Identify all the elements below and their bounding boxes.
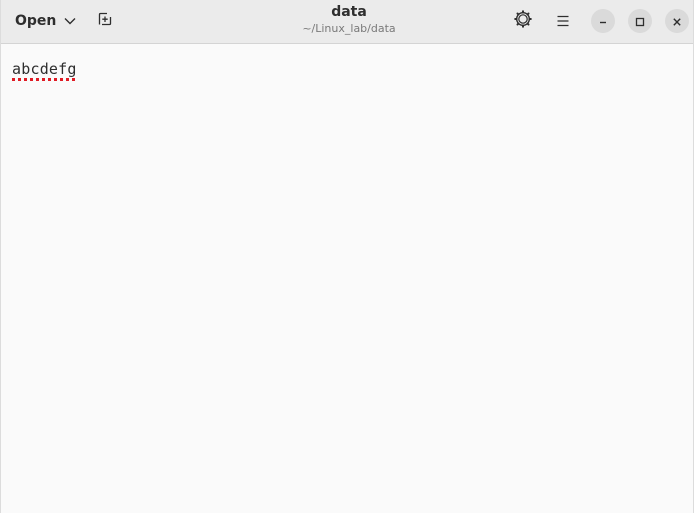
- main-menu-button[interactable]: [549, 7, 577, 35]
- minimize-button[interactable]: [591, 9, 615, 33]
- chevron-down-icon: [64, 17, 76, 25]
- text-editor-window: Open data ~/Linux_lab/data abcdefg: [0, 0, 694, 513]
- text-editor-area[interactable]: abcdefg: [1, 44, 693, 513]
- editor-text-line[interactable]: abcdefg: [12, 60, 77, 78]
- hamburger-menu-icon: [556, 12, 570, 31]
- close-button[interactable]: [665, 9, 689, 33]
- window-subtitle-path: ~/Linux_lab/data: [302, 22, 396, 35]
- window-title: data: [331, 4, 367, 20]
- maximize-icon: [635, 12, 645, 31]
- gear-icon: [514, 10, 532, 32]
- window-title-block: data ~/Linux_lab/data: [201, 3, 497, 37]
- new-tab-button[interactable]: [91, 7, 119, 35]
- minimize-icon: [598, 12, 608, 31]
- open-button[interactable]: Open: [7, 7, 84, 35]
- open-button-label: Open: [15, 13, 57, 29]
- headerbar: Open data ~/Linux_lab/data: [1, 0, 693, 44]
- settings-button[interactable]: [509, 7, 537, 35]
- maximize-button[interactable]: [628, 9, 652, 33]
- close-icon: [672, 12, 682, 31]
- new-tab-icon: [97, 11, 113, 31]
